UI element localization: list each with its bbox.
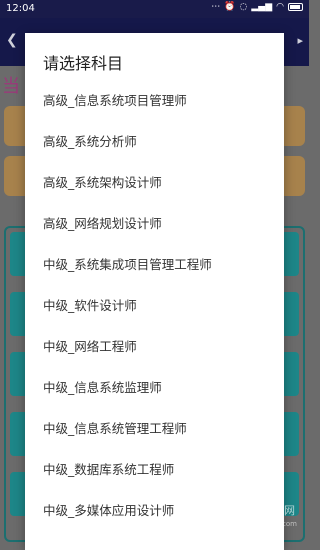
alarm-icon: ⏰: [224, 2, 236, 12]
subject-option-label: 高级_信息系统项目管理师: [43, 93, 187, 108]
background-current-label: 当: [2, 76, 20, 97]
subject-option[interactable]: 中级_系统集成项目管理工程师: [25, 243, 284, 284]
subject-option-label: 中级_多媒体应用设计师: [43, 503, 175, 518]
signal-icon: ▂▄▆: [251, 2, 273, 12]
subject-option-label: 中级_软件设计师: [43, 298, 137, 313]
wifi-icon: ◠: [276, 2, 284, 12]
watermark-logo: 2265: [176, 493, 268, 533]
subject-option-label: 中级_信息系统监理师: [43, 380, 162, 395]
subject-option-label: 中级_数据库系统工程师: [43, 462, 175, 477]
subject-select-dialog: 请选择科目 高级_信息系统项目管理师 高级_系统分析师 高级_系统架构设计师 高…: [25, 33, 284, 550]
subject-option[interactable]: 中级_信息系统管理工程师: [25, 407, 284, 448]
subject-option[interactable]: 高级_系统分析师: [25, 120, 284, 161]
back-icon[interactable]: ❮: [6, 32, 18, 48]
app-bar-action-icon[interactable]: ▸: [297, 34, 303, 47]
subject-option-label: 中级_网络工程师: [43, 339, 137, 354]
subject-option[interactable]: 高级_系统架构设计师: [25, 161, 284, 202]
subject-option[interactable]: 中级_信息系统监理师: [25, 366, 284, 407]
battery-icon: [288, 3, 303, 11]
watermark-url: 2265.com: [262, 520, 297, 528]
subject-option[interactable]: 中级_软件设计师: [25, 284, 284, 325]
status-bar: 12:04 ⋯ ⏰ ◌ ▂▄▆ ◠: [0, 0, 309, 18]
subject-option-label: 中级_系统集成项目管理工程师: [43, 257, 212, 272]
status-icons: ⋯ ⏰ ◌ ▂▄▆ ◠: [211, 2, 303, 12]
watermark-name: 手游网: [262, 504, 295, 517]
subject-option-label: 高级_系统分析师: [43, 134, 137, 149]
subject-option[interactable]: 高级_信息系统项目管理师: [25, 79, 284, 120]
status-time: 12:04: [6, 3, 35, 14]
subject-option[interactable]: 高级_网络规划设计师: [25, 202, 284, 243]
subject-option[interactable]: 中级_数据库系统工程师: [25, 448, 284, 489]
subject-option-label: 高级_系统架构设计师: [43, 175, 162, 190]
subject-option-label: 高级_网络规划设计师: [43, 216, 162, 231]
dots-icon: ⋯: [211, 2, 221, 12]
mute-icon: ◌: [239, 2, 248, 12]
subject-option[interactable]: 中级_网络工程师: [25, 325, 284, 366]
dialog-title: 请选择科目: [43, 54, 124, 73]
subject-option-label: 中级_信息系统管理工程师: [43, 421, 187, 436]
